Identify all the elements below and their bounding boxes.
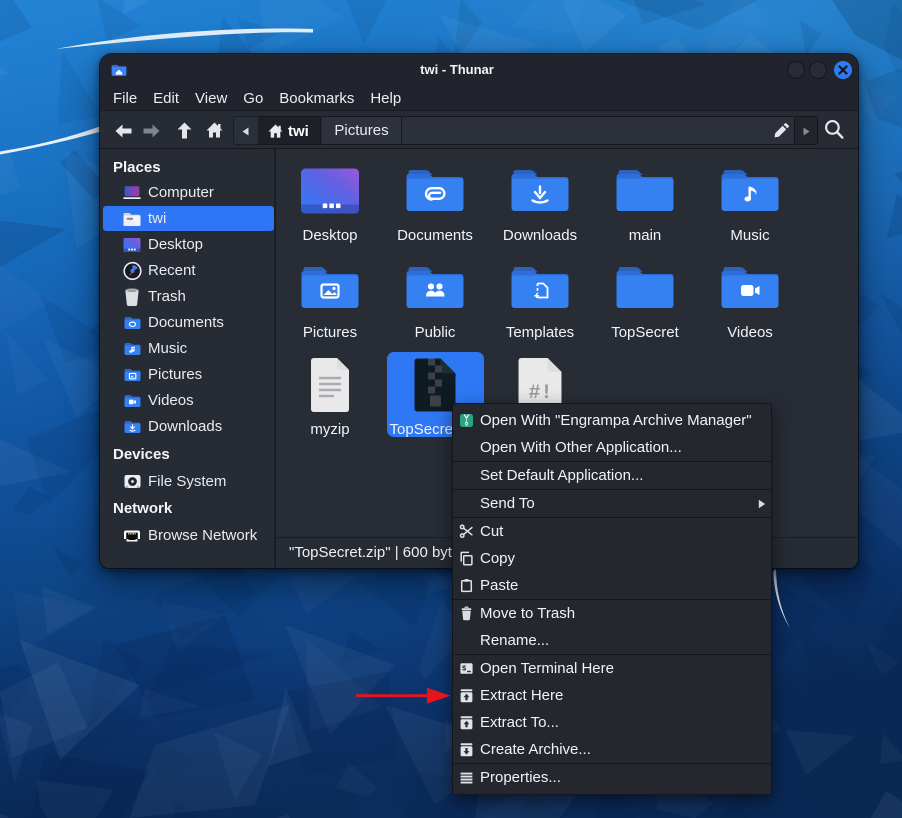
svg-text:#!: #! — [529, 382, 553, 405]
